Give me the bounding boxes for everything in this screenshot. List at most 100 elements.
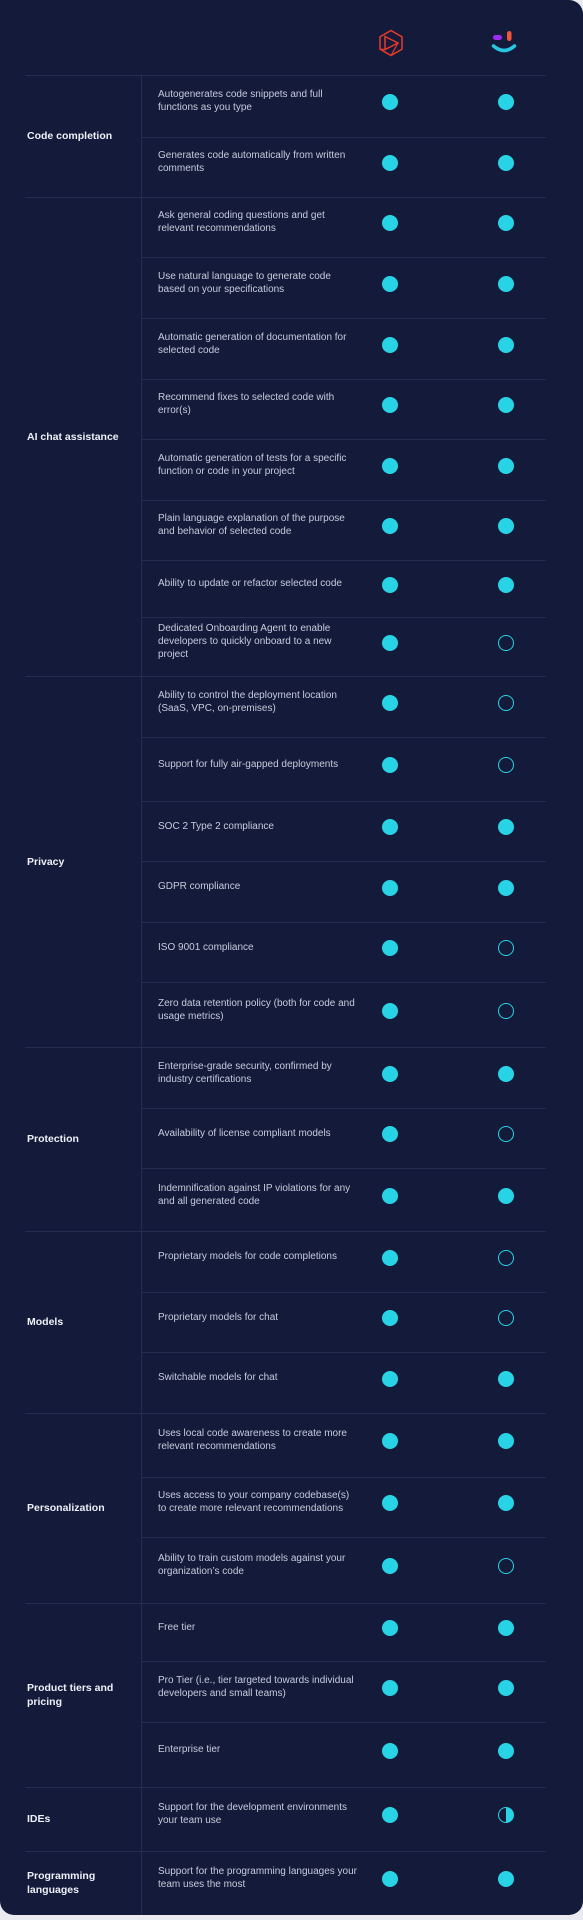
feature-label: Automatic generation of tests for a spec… bbox=[158, 452, 347, 477]
feature-row: Enterprise tier bbox=[142, 1722, 546, 1787]
status-full-circle-icon bbox=[498, 819, 514, 835]
feature-row: Support for the programming languages yo… bbox=[142, 1851, 546, 1915]
feature-label: ISO 9001 compliance bbox=[158, 941, 254, 953]
feature-row: Recommend fixes to selected code with er… bbox=[142, 379, 546, 439]
winking-smile-logo-icon bbox=[491, 31, 517, 53]
feature-row: Free tier bbox=[142, 1603, 546, 1661]
feature-label: Support for the programming languages yo… bbox=[158, 1866, 358, 1890]
feature-row: Autogenerates code snippets and full fun… bbox=[142, 75, 546, 137]
status-full-circle-icon bbox=[498, 215, 514, 231]
feature-label: Uses access to your company codebase(s) … bbox=[158, 1490, 350, 1514]
feature-row: Zero data retention policy (both for cod… bbox=[142, 982, 546, 1047]
status-empty-circle-icon bbox=[498, 1003, 514, 1019]
status-full-circle-icon bbox=[498, 1871, 514, 1887]
status-full-circle-icon bbox=[498, 397, 514, 413]
feature-row: Automatic generation of tests for a spec… bbox=[142, 439, 546, 500]
status-full-circle-icon bbox=[382, 757, 398, 773]
feature-label: Enterprise-grade security, confirmed by … bbox=[158, 1060, 332, 1085]
status-empty-circle-icon bbox=[498, 757, 514, 773]
hexagon-play-logo-icon bbox=[379, 29, 403, 57]
status-full-circle-icon bbox=[382, 1871, 398, 1887]
status-full-circle-icon bbox=[382, 276, 398, 292]
feature-label: Generates code automatically from writte… bbox=[158, 150, 346, 174]
feature-row: Indemnification against IP violations fo… bbox=[142, 1168, 546, 1231]
feature-label: Proprietary models for chat bbox=[158, 1311, 279, 1323]
status-full-circle-icon bbox=[382, 1620, 398, 1636]
feature-label: SOC 2 Type 2 compliance bbox=[158, 820, 274, 832]
status-full-circle-icon bbox=[382, 518, 398, 534]
feature-row: ISO 9001 compliance bbox=[142, 922, 546, 982]
feature-row: Generates code automatically from writte… bbox=[142, 137, 546, 197]
status-full-circle-icon bbox=[382, 1807, 398, 1823]
section-label: Personalization bbox=[27, 1502, 105, 1514]
status-full-circle-icon bbox=[498, 577, 514, 593]
status-full-circle-icon bbox=[382, 635, 398, 651]
status-full-circle-icon bbox=[498, 458, 514, 474]
feature-row: Ask general coding questions and get rel… bbox=[142, 197, 546, 257]
status-empty-circle-icon bbox=[498, 1558, 514, 1574]
section-label: Models bbox=[27, 1316, 64, 1328]
status-full-circle-icon bbox=[382, 1066, 398, 1082]
status-full-circle-icon bbox=[498, 337, 514, 353]
status-full-circle-icon bbox=[382, 1680, 398, 1696]
feature-label: Indemnification against IP violations fo… bbox=[158, 1182, 351, 1207]
feature-row: Uses local code awareness to create more… bbox=[142, 1413, 546, 1477]
status-full-circle-icon bbox=[382, 1558, 398, 1574]
feature-label: Uses local code awareness to create more… bbox=[158, 1428, 347, 1452]
feature-label: Availability of license compliant models bbox=[158, 1127, 331, 1139]
feature-row: Ability to update or refactor selected c… bbox=[142, 560, 546, 617]
status-full-circle-icon bbox=[382, 1495, 398, 1511]
status-full-circle-icon bbox=[382, 1188, 398, 1204]
feature-row: Enterprise-grade security, confirmed by … bbox=[142, 1047, 546, 1108]
feature-row: SOC 2 Type 2 compliance bbox=[142, 801, 546, 861]
status-full-circle-icon bbox=[382, 1743, 398, 1759]
status-full-circle-icon bbox=[498, 1066, 514, 1082]
feature-row: Ability to control the deployment locati… bbox=[142, 676, 546, 737]
feature-label: Enterprise tier bbox=[158, 1744, 221, 1755]
feature-label: Recommend fixes to selected code with er… bbox=[158, 392, 335, 416]
feature-label: Proprietary models for code completions bbox=[158, 1251, 337, 1262]
feature-label: Ability to update or refactor selected c… bbox=[158, 578, 342, 589]
section-label: Protection bbox=[27, 1133, 79, 1145]
status-full-circle-icon bbox=[498, 1743, 514, 1759]
comparison-header bbox=[0, 0, 583, 75]
status-full-circle-icon bbox=[382, 819, 398, 835]
status-empty-circle-icon bbox=[498, 635, 514, 651]
section-label: IDEs bbox=[27, 1813, 51, 1825]
status-full-circle-icon bbox=[382, 155, 398, 171]
section-label: Product tiers and pricing bbox=[27, 1682, 114, 1708]
feature-label: Free tier bbox=[158, 1621, 196, 1633]
status-full-circle-icon bbox=[382, 337, 398, 353]
feature-label: Zero data retention policy (both for cod… bbox=[158, 997, 355, 1022]
feature-row: Availability of license compliant models bbox=[142, 1108, 546, 1168]
status-full-circle-icon bbox=[498, 1433, 514, 1449]
section-label: AI chat assistance bbox=[27, 430, 119, 443]
status-full-circle-icon bbox=[382, 1371, 398, 1387]
feature-label: Ask general coding questions and get rel… bbox=[158, 210, 325, 234]
status-empty-circle-icon bbox=[498, 940, 514, 956]
status-full-circle-icon bbox=[382, 1433, 398, 1449]
feature-row: Automatic generation of documentation fo… bbox=[142, 318, 546, 379]
status-full-circle-icon bbox=[498, 1620, 514, 1636]
status-full-circle-icon bbox=[382, 880, 398, 896]
feature-row: GDPR compliance bbox=[142, 861, 546, 922]
feature-label: Plain language explanation of the purpos… bbox=[158, 513, 345, 537]
section-label: Programming languages bbox=[27, 1870, 96, 1896]
feature-row: Proprietary models for chat bbox=[142, 1292, 546, 1352]
status-empty-circle-icon bbox=[498, 1126, 514, 1142]
status-full-circle-icon bbox=[382, 1310, 398, 1326]
status-full-circle-icon bbox=[382, 695, 398, 711]
status-full-circle-icon bbox=[382, 397, 398, 413]
status-full-circle-icon bbox=[382, 1126, 398, 1142]
status-full-circle-icon bbox=[498, 880, 514, 896]
section-label: Code completion bbox=[27, 130, 113, 142]
status-full-circle-icon bbox=[382, 94, 398, 110]
status-full-circle-icon bbox=[498, 94, 514, 110]
feature-row: Ability to train custom models against y… bbox=[142, 1537, 546, 1603]
feature-row: Dedicated Onboarding Agent to enable dev… bbox=[142, 617, 546, 676]
status-full-circle-icon bbox=[498, 1495, 514, 1511]
status-full-circle-icon bbox=[498, 1371, 514, 1387]
comparison-card: Code completion Autogenerates code snippe… bbox=[0, 0, 583, 1915]
feature-label: Automatic generation of documentation fo… bbox=[158, 331, 347, 356]
feature-label: Autogenerates code snippets and full fun… bbox=[158, 89, 323, 113]
